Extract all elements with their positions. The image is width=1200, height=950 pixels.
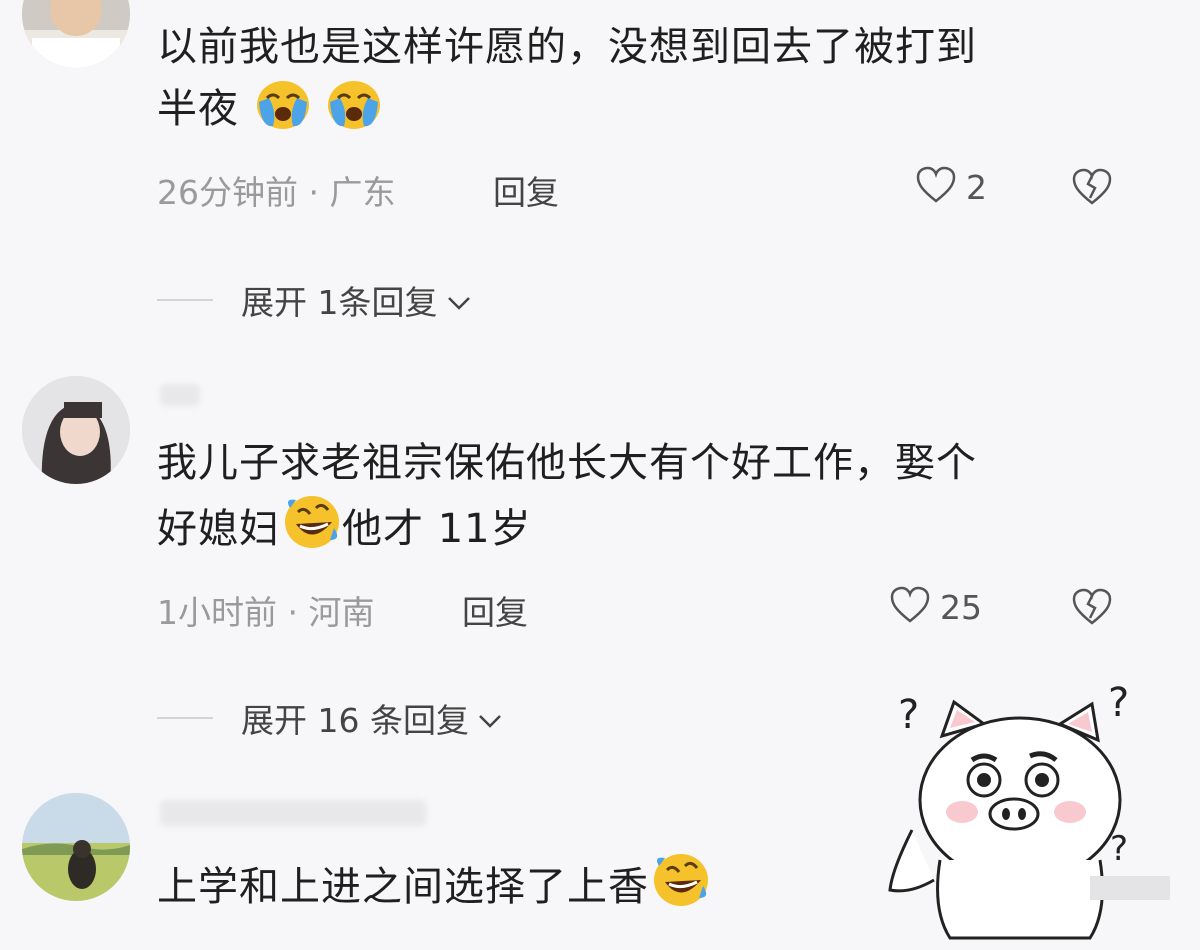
heart-icon xyxy=(916,166,956,208)
comment-1-line-2-text: 半夜 xyxy=(157,86,239,132)
comment-2-like-count: 25 xyxy=(940,587,982,627)
comment-2-line-2: 好媳妇 他才 11岁 xyxy=(157,494,1097,568)
comment-2-expand-replies[interactable]: 展开 16 条回复 xyxy=(157,694,503,742)
comment-1-expand-replies[interactable]: 展开 1条回复 xyxy=(157,276,472,324)
comment-2-text: 我儿子求老祖宗保佑他长大有个好工作，娶个 好媳妇 他才 11岁 xyxy=(157,432,1097,568)
comment-1-expand-label: 展开 1条回复 xyxy=(241,283,438,322)
comment-1-reply-button[interactable]: 回复 xyxy=(493,166,559,214)
comment-3-username-blurred[interactable] xyxy=(160,800,426,826)
comment-1-line-1: 以前我也是这样许愿的，没想到回去了被打到 xyxy=(157,24,977,70)
comment-2-line-2b: 他才 11岁 xyxy=(342,506,532,552)
comment-2-line-1: 我儿子求老祖宗保佑他长大有个好工作，娶个 xyxy=(157,440,977,486)
comment-2-expand-label: 展开 16 条回复 xyxy=(241,701,469,740)
comment-1-like-button[interactable]: 2 xyxy=(916,166,987,208)
loudly-crying-face-icon xyxy=(255,78,311,148)
expand-divider-line xyxy=(157,299,213,301)
expand-divider-line xyxy=(157,717,213,719)
question-mark-1: ? xyxy=(898,692,919,738)
comment-1-text: 以前我也是这样许愿的，没想到回去了被打到 半夜 xyxy=(157,16,1097,148)
chevron-down-icon xyxy=(477,699,503,738)
chevron-down-icon xyxy=(446,281,472,320)
comment-1-line-2: 半夜 xyxy=(157,78,1097,148)
comment-2-like-button[interactable]: 25 xyxy=(890,586,982,628)
heart-icon xyxy=(890,586,930,628)
question-mark-2: ? xyxy=(1108,680,1129,726)
avatar-comment-2[interactable] xyxy=(22,376,130,484)
rolling-on-floor-laughing-icon xyxy=(282,494,342,568)
comment-1-like-count: 2 xyxy=(966,167,987,207)
comment-1-time-location: 26分钟前 · 广东 xyxy=(157,173,396,212)
comment-2-username-blurred[interactable] xyxy=(160,384,200,406)
comment-2-line-2a: 好媳妇 xyxy=(157,506,280,552)
comment-2-time-location: 1小时前 · 河南 xyxy=(157,593,375,632)
question-mark-3: ? xyxy=(1110,829,1128,869)
rolling-on-floor-laughing-icon xyxy=(651,852,711,926)
loudly-crying-face-icon xyxy=(326,78,382,148)
comment-1-broken-heart-icon[interactable] xyxy=(1072,168,1112,210)
confused-pig-sticker: ? ? ? xyxy=(880,680,1180,944)
comment-2-broken-heart-icon[interactable] xyxy=(1072,588,1112,630)
avatar-comment-1[interactable] xyxy=(22,0,130,68)
comment-3-line-1: 上学和上进之间选择了上香 xyxy=(157,864,649,910)
comment-2-reply-button[interactable]: 回复 xyxy=(462,586,528,634)
avatar-comment-3[interactable] xyxy=(22,793,130,901)
